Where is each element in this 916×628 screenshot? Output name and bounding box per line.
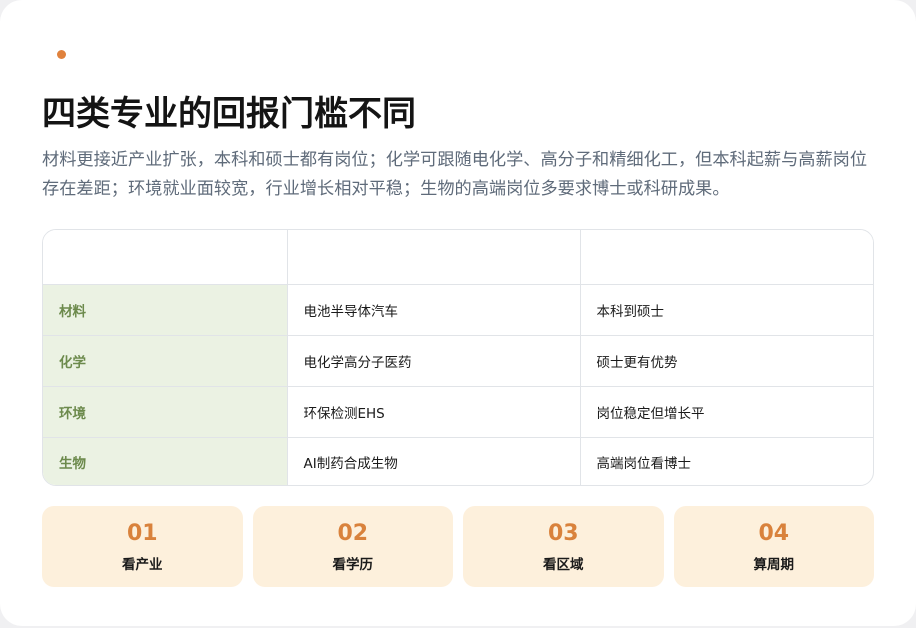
step-label: 看产业 [122, 556, 163, 573]
step-number: 04 [758, 520, 790, 546]
table-row: 化学 电化学高分子医药 硕士更有优势 [43, 335, 873, 387]
accent-dot-icon [57, 50, 66, 59]
step-card: 03 看区域 [463, 506, 664, 587]
table-row: 生物 AI制药合成生物 高端岗位看博士 [43, 437, 873, 485]
table-header-cell [580, 230, 873, 285]
step-number: 03 [547, 520, 579, 546]
major-cell: 环境 [43, 386, 288, 438]
comparison-table: 材料 电池半导体汽车 本科到硕士 化学 电化学高分子医药 硕士更有优势 环境 环… [42, 229, 874, 486]
step-number: 02 [337, 520, 369, 546]
major-cell: 生物 [43, 437, 288, 485]
major-cell: 材料 [43, 284, 288, 336]
step-card: 02 看学历 [252, 506, 453, 587]
content-card: 四类专业的回报门槛不同 材料更接近产业扩张，本科和硕士都有岗位；化学可跟随电化学… [0, 0, 916, 626]
threshold-cell: 硕士更有优势 [580, 335, 873, 387]
step-card: 01 看产业 [42, 506, 243, 587]
table-row: 材料 电池半导体汽车 本科到硕士 [43, 284, 873, 336]
threshold-cell: 岗位稳定但增长平 [580, 386, 873, 438]
direction-cell: AI制药合成生物 [287, 437, 581, 485]
table-header-row [43, 230, 873, 285]
step-label: 算周期 [753, 556, 795, 573]
step-label: 看区域 [543, 556, 584, 573]
direction-cell: 电池半导体汽车 [287, 284, 581, 336]
page-title: 四类专业的回报门槛不同 [42, 94, 416, 134]
table-row: 环境 环保检测EHS 岗位稳定但增长平 [43, 386, 873, 438]
direction-cell: 电化学高分子医药 [287, 335, 581, 387]
step-label: 看学历 [332, 556, 374, 573]
step-card: 04 算周期 [673, 506, 874, 587]
page-description: 材料更接近产业扩张，本科和硕士都有岗位；化学可跟随电化学、高分子和精细化工，但本… [42, 150, 868, 199]
direction-cell: 环保检测EHS [287, 386, 581, 438]
major-cell: 化学 [43, 335, 288, 387]
steps-row: 01 看产业 02 看学历 03 看区域 04 算周期 [42, 506, 874, 587]
table-header-cell [43, 230, 288, 285]
table-header-cell [287, 230, 581, 285]
step-number: 01 [126, 520, 158, 546]
threshold-cell: 高端岗位看博士 [596, 456, 692, 473]
threshold-cell: 本科到硕士 [580, 284, 873, 336]
